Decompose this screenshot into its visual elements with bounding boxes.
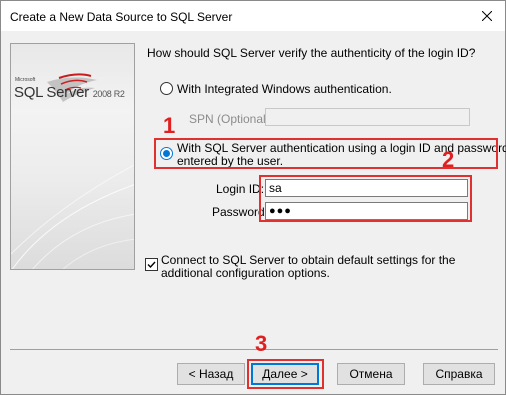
close-button[interactable] — [469, 1, 505, 31]
annotation-number-2: 2 — [442, 147, 455, 172]
close-icon — [482, 11, 492, 21]
connect-settings-checkbox[interactable] — [145, 258, 158, 271]
product-name: SQL Server 2008 R2 — [14, 84, 125, 101]
windows-auth-label[interactable]: With Integrated Windows authentication. — [177, 82, 392, 96]
product-text: SQL Server — [14, 84, 89, 101]
checkmark-icon — [147, 261, 156, 269]
windows-auth-radio[interactable] — [160, 82, 173, 95]
spn-input[interactable] — [265, 108, 470, 126]
help-button[interactable]: Справка — [423, 363, 495, 385]
banner-decoration — [11, 164, 134, 269]
title-bar: Create a New Data Source to SQL Server — [1, 1, 505, 31]
login-id-label: Login ID: — [216, 182, 265, 196]
spn-label: SPN (Optional): — [189, 112, 274, 126]
auth-question: How should SQL Server verify the authent… — [147, 46, 476, 60]
back-button[interactable]: < Назад — [177, 363, 245, 385]
annotation-number-3: 3 — [255, 331, 268, 356]
footer-separator — [10, 349, 498, 350]
microsoft-small-text: Microsoft — [15, 77, 36, 83]
connect-settings-label-line1[interactable]: Connect to SQL Server to obtain default … — [161, 253, 455, 267]
connect-settings-label-line2[interactable]: additional configuration options. — [161, 266, 330, 280]
annotation-box-next — [247, 359, 324, 389]
sql-server-banner: Microsoft SQL Server 2008 R2 — [10, 43, 135, 270]
dialog-window: Create a New Data Source to SQL Server M… — [0, 0, 506, 395]
product-version: 2008 R2 — [92, 89, 125, 99]
window-title: Create a New Data Source to SQL Server — [10, 10, 233, 24]
annotation-number-1: 1 — [163, 113, 176, 138]
annotation-box-credentials — [259, 175, 472, 222]
cancel-button[interactable]: Отмена — [337, 363, 405, 385]
